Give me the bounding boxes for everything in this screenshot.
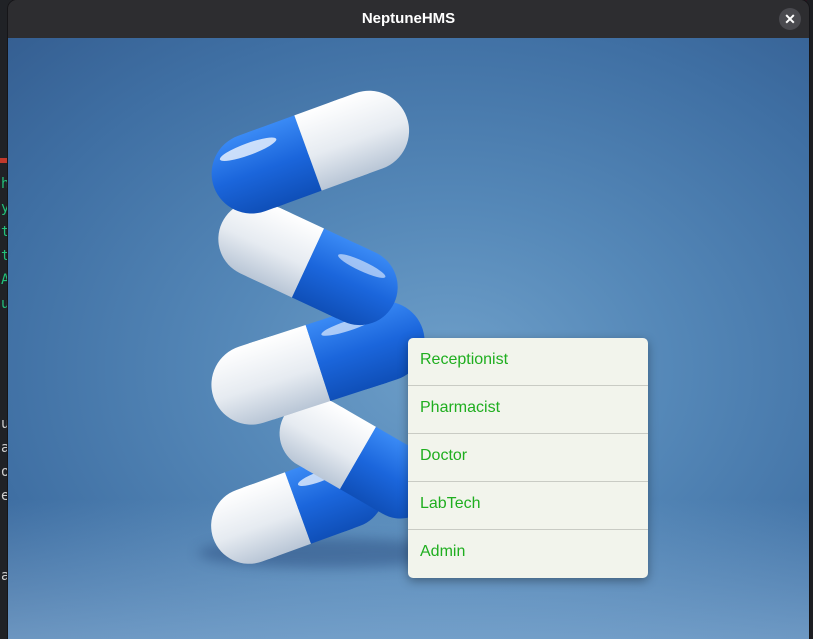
title-bar[interactable]: NeptuneHMS ✕ bbox=[8, 0, 809, 39]
menu-item-admin[interactable]: Admin bbox=[408, 530, 648, 578]
menu-item-doctor[interactable]: Doctor bbox=[408, 434, 648, 482]
close-icon: ✕ bbox=[784, 11, 796, 27]
menu-item-receptionist[interactable]: Receptionist bbox=[408, 338, 648, 386]
capsule-pill bbox=[211, 90, 410, 214]
main-content: Receptionist Pharmacist Doctor LabTech A… bbox=[8, 38, 809, 639]
capsule-pill bbox=[218, 200, 398, 326]
menu-item-pharmacist[interactable]: Pharmacist bbox=[408, 386, 648, 434]
role-menu: Receptionist Pharmacist Doctor LabTech A… bbox=[408, 338, 648, 578]
close-button[interactable]: ✕ bbox=[779, 8, 801, 30]
menu-item-labtech[interactable]: LabTech bbox=[408, 482, 648, 530]
app-window: NeptuneHMS ✕ Receptionist Pharmacist Doc… bbox=[8, 0, 809, 639]
window-title: NeptuneHMS bbox=[361, 10, 456, 27]
